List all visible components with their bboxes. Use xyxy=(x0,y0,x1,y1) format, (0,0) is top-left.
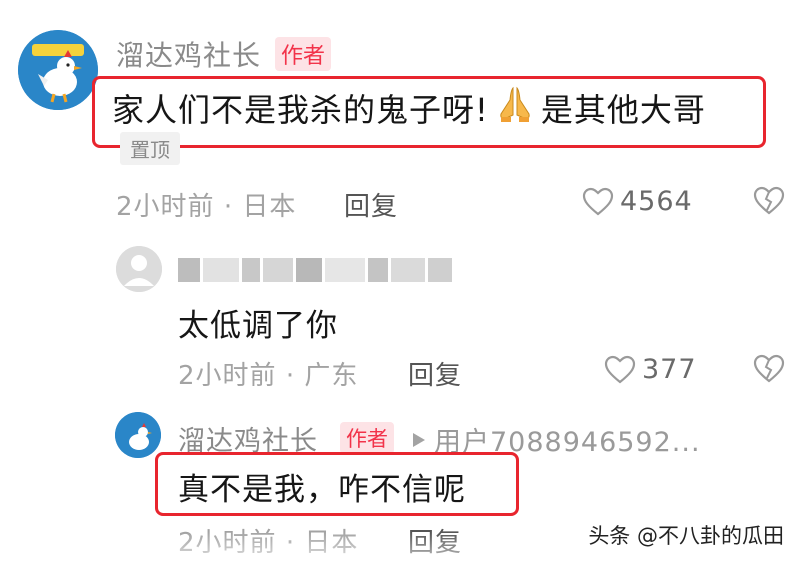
reply-button[interactable]: 回复 xyxy=(408,522,462,559)
meta-dot: · xyxy=(285,361,305,391)
broken-heart-icon xyxy=(753,186,785,215)
praying-hands-emoji xyxy=(495,84,535,132)
reply-location: 日本 xyxy=(304,528,359,558)
comment-time: 2小时前 xyxy=(116,192,215,222)
reply-avatar-default[interactable] xyxy=(116,246,162,292)
play-arrow-icon xyxy=(413,432,425,447)
reply-time: 2小时前 xyxy=(178,528,277,558)
reply-button[interactable]: 回复 xyxy=(408,355,462,392)
comment-text-part2: 是其他大哥 xyxy=(540,91,706,129)
comment-meta: 2小时前 · 日本 xyxy=(116,186,296,223)
like-button[interactable]: 4564 xyxy=(582,186,693,217)
reply-location: 广东 xyxy=(304,361,359,391)
reply-text[interactable]: 太低调了你 xyxy=(178,300,338,345)
like-count: 4564 xyxy=(620,186,693,217)
like-button[interactable]: 377 xyxy=(604,354,697,385)
like-count: 377 xyxy=(642,354,697,385)
watermark: 头条 @不八卦的瓜田 xyxy=(588,524,784,548)
pinned-tag: 置顶 xyxy=(120,132,180,165)
reply-time: 2小时前 xyxy=(178,361,277,391)
author-badge: 作者 xyxy=(275,37,332,71)
default-user-icon xyxy=(116,246,162,292)
reply-meta: 2小时前 · 广东 xyxy=(178,355,358,392)
author-badge: 作者 xyxy=(340,422,394,454)
heart-outline-icon xyxy=(582,187,614,215)
heart-outline-icon xyxy=(604,355,636,383)
rooster-cartoon-icon xyxy=(18,30,98,110)
author-avatar[interactable] xyxy=(115,412,161,458)
rooster-cartoon-icon xyxy=(115,412,161,458)
reply-meta: 2小时前 · 日本 xyxy=(178,522,358,559)
broken-heart-icon xyxy=(753,354,785,383)
meta-dot: · xyxy=(223,192,243,222)
author-avatar[interactable] xyxy=(18,30,98,110)
comment-author-name[interactable]: 溜达鸡社长 xyxy=(116,34,261,74)
comment-text-part1: 家人们不是我杀的鬼子呀! xyxy=(112,91,489,129)
reply-button[interactable]: 回复 xyxy=(344,186,398,223)
comment-location: 日本 xyxy=(242,192,297,222)
meta-dot: · xyxy=(285,528,305,558)
comment-text[interactable]: 家人们不是我杀的鬼子呀! 是其他大哥 xyxy=(112,84,706,132)
reply-text[interactable]: 真不是我，咋不信呢 xyxy=(178,464,466,509)
reply-author-blurred xyxy=(178,258,468,282)
dislike-button[interactable] xyxy=(752,354,786,388)
dislike-button[interactable] xyxy=(752,186,786,220)
